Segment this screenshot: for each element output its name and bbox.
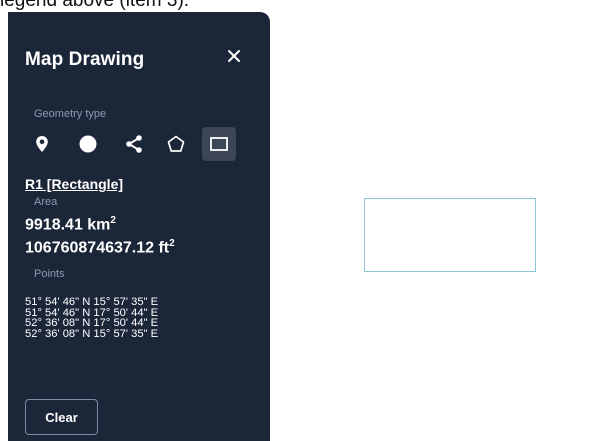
close-icon <box>228 50 240 62</box>
points-list: 51° 54' 46" N 15° 57' 35" E 51° 54' 46" … <box>25 297 158 339</box>
point-item: 51° 54' 46" N 15° 57' 35" E <box>25 296 159 308</box>
caption-text: legend above (item 3). <box>0 0 190 11</box>
point-item: 52° 36' 08" N 17° 50' 44" E <box>25 317 159 329</box>
polygon-icon <box>167 135 185 152</box>
tool-rectangle-button[interactable] <box>202 127 236 161</box>
tool-marker-button[interactable] <box>25 127 59 161</box>
rectangle-icon <box>210 137 228 151</box>
area-ft-exponent: 2 <box>169 238 175 249</box>
panel-title: Map Drawing <box>25 49 145 70</box>
drawn-rectangle[interactable] <box>364 198 536 272</box>
geometry-type-label: Geometry type <box>34 108 107 120</box>
area-km-text: 9918.41 km <box>25 216 111 234</box>
clear-button[interactable]: Clear <box>25 399 98 435</box>
map-drawing-screen: legend above (item 3). Map Drawing Geome… <box>0 0 603 441</box>
area-km-value: 9918.41 km2 <box>25 215 116 234</box>
circle-icon <box>79 135 97 153</box>
area-label: Area <box>34 196 58 208</box>
point-item: 52° 36' 08" N 15° 57' 35" E <box>25 327 159 340</box>
polyline-icon <box>126 135 142 153</box>
tool-circle-button[interactable] <box>71 127 105 161</box>
area-ft-text: 106760874637.12 ft <box>25 239 170 257</box>
map-drawing-panel: Map Drawing Geometry type R1 [Rectangle]… <box>8 12 270 441</box>
points-label: Points <box>34 268 65 280</box>
shape-name-link[interactable]: R1 [Rectangle] <box>25 176 123 192</box>
area-ft-value: 106760874637.12 ft2 <box>25 238 175 257</box>
tool-polygon-button[interactable] <box>159 127 193 161</box>
map-pin-icon <box>36 136 48 152</box>
area-km-exponent: 2 <box>110 215 116 226</box>
tool-polyline-button[interactable] <box>117 127 151 161</box>
close-button[interactable] <box>221 43 247 69</box>
